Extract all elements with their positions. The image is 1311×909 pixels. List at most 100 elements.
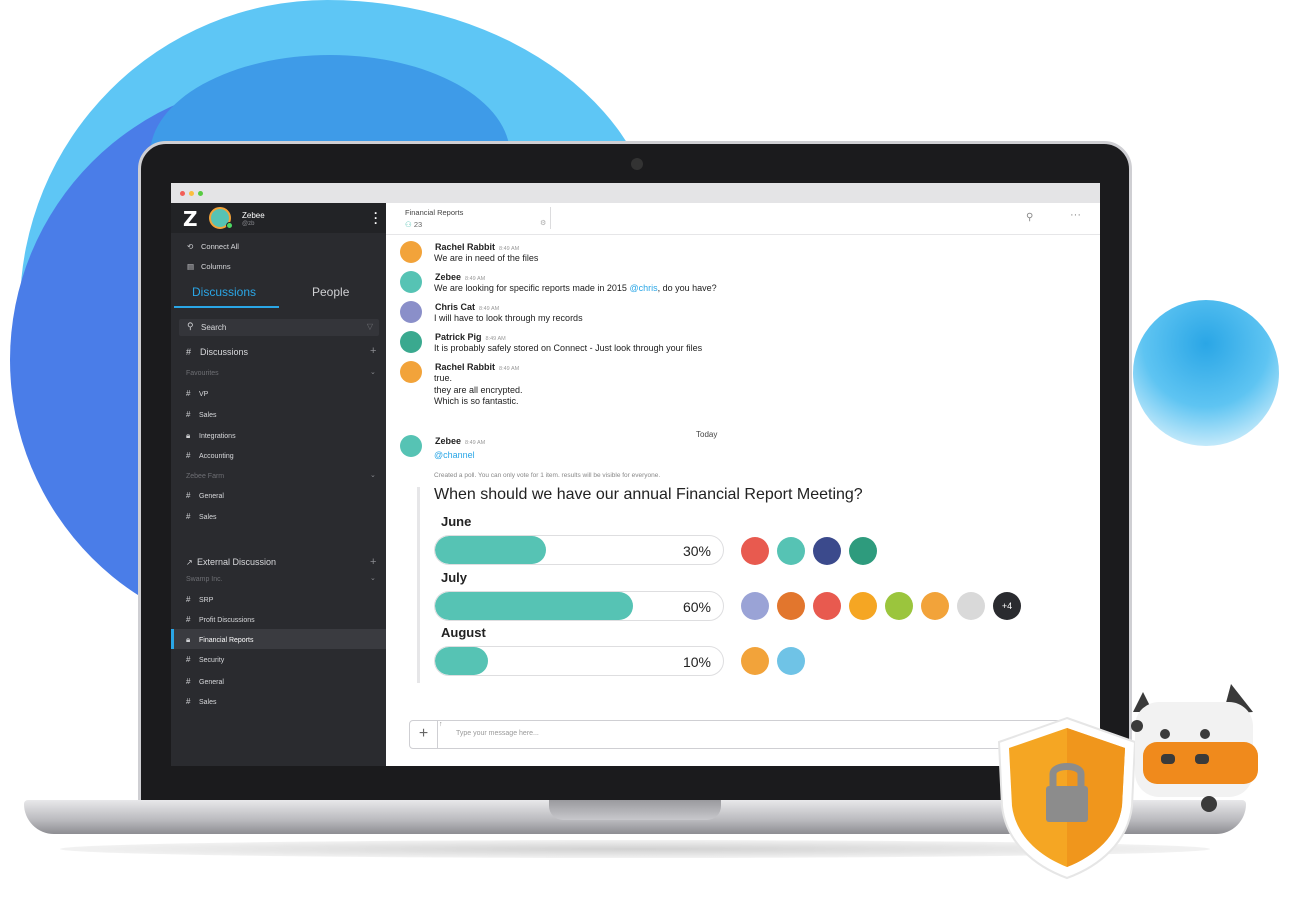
chevron-down-icon[interactable]: ⌄ bbox=[370, 574, 376, 582]
poll-option-august[interactable]: 10% bbox=[434, 646, 724, 676]
avatar[interactable] bbox=[400, 331, 422, 353]
hash-icon: # bbox=[186, 347, 192, 357]
message-author[interactable]: Patrick Pig 8:49 AM bbox=[435, 332, 506, 342]
author-name: Rachel Rabbit bbox=[435, 242, 496, 252]
channel-label: Security bbox=[199, 657, 225, 664]
lock-icon: 🔒︎ bbox=[186, 431, 191, 440]
poll-option-july[interactable]: 60% bbox=[434, 591, 724, 621]
poll-note: Created a poll. You can only vote for 1 … bbox=[434, 472, 661, 479]
tab-discussions[interactable]: Discussions bbox=[192, 285, 256, 299]
message-text: true. bbox=[434, 373, 453, 383]
channel-label: Financial Reports bbox=[199, 637, 254, 644]
external-section-title[interactable]: ↗ External Discussion bbox=[186, 557, 276, 567]
sidebar-item-srp[interactable]: # SRP bbox=[186, 595, 213, 604]
sidebar-item-profit-discussions[interactable]: # Profit Discussions bbox=[186, 615, 255, 624]
author-name: Zebee bbox=[435, 436, 462, 446]
mention-link[interactable]: @chris bbox=[629, 283, 657, 293]
sidebar-item-vp[interactable]: # VP bbox=[186, 389, 208, 398]
sidebar-item-integrations[interactable]: 🔒︎ Integrations bbox=[186, 431, 236, 441]
app-window: Z Zebee @zb · · · ⟲ Connect All ▤ Columns Di… bbox=[171, 183, 1100, 766]
sidebar-header: Z Zebee @zb · · · bbox=[171, 203, 386, 233]
avatar[interactable] bbox=[885, 592, 913, 620]
avatar[interactable] bbox=[777, 537, 805, 565]
poll-bar-fill bbox=[435, 536, 546, 564]
add-discussion-button[interactable]: + bbox=[370, 345, 376, 357]
member-count-value: 23 bbox=[413, 220, 423, 229]
add-attachment-button[interactable]: + bbox=[410, 721, 438, 748]
mention-link[interactable]: @channel bbox=[434, 450, 475, 462]
external-link-icon: ↗ bbox=[186, 558, 193, 567]
avatar[interactable] bbox=[741, 537, 769, 565]
avatar[interactable] bbox=[400, 435, 422, 457]
search-icon[interactable]: ⚲ bbox=[1026, 212, 1033, 223]
connect-all-link[interactable]: ⟲ Connect All bbox=[187, 242, 239, 251]
avatar[interactable] bbox=[777, 647, 805, 675]
member-count[interactable]: ⚇ 23 bbox=[405, 220, 422, 229]
sidebar-item-general[interactable]: # General bbox=[186, 491, 224, 500]
avatar[interactable] bbox=[849, 592, 877, 620]
avatar[interactable] bbox=[777, 592, 805, 620]
columns-label: Columns bbox=[201, 262, 231, 271]
more-horizontal-icon[interactable]: ··· bbox=[1070, 209, 1081, 221]
tab-people[interactable]: People bbox=[312, 285, 349, 299]
avatar[interactable] bbox=[921, 592, 949, 620]
discussions-section-title[interactable]: # Discussions bbox=[186, 347, 248, 357]
close-window-icon[interactable] bbox=[180, 191, 185, 196]
gear-icon[interactable]: ⚙ bbox=[540, 219, 546, 227]
avatar[interactable] bbox=[957, 592, 985, 620]
maximize-window-icon[interactable] bbox=[198, 191, 203, 196]
group-swamp-inc: Swamp Inc. bbox=[186, 576, 223, 583]
user-name: Zebee bbox=[242, 211, 265, 220]
search-input[interactable]: ⚲ Search ▽ bbox=[179, 319, 379, 336]
sidebar-item-sales[interactable]: # Sales bbox=[186, 697, 217, 706]
message-author[interactable]: Chris Cat 8:49 AM bbox=[435, 302, 499, 312]
message-text-part: We are looking for specific reports made… bbox=[434, 283, 630, 293]
upload-icon[interactable]: ↑ bbox=[439, 721, 443, 728]
chevron-down-icon[interactable]: ⌄ bbox=[370, 471, 376, 479]
filter-icon[interactable]: ▽ bbox=[367, 322, 373, 331]
hash-icon: # bbox=[186, 697, 191, 706]
avatar[interactable] bbox=[400, 361, 422, 383]
avatar[interactable] bbox=[400, 271, 422, 293]
more-vertical-icon[interactable]: · · · bbox=[374, 207, 378, 229]
sidebar-item-security[interactable]: # Security bbox=[186, 655, 224, 664]
add-external-button[interactable]: + bbox=[370, 556, 376, 568]
avatar[interactable] bbox=[741, 592, 769, 620]
sidebar-item-sales[interactable]: # Sales bbox=[186, 410, 217, 419]
channel-label: Sales bbox=[199, 412, 217, 419]
sidebar-item-general[interactable]: # General bbox=[186, 677, 224, 686]
message-time: 8:49 AM bbox=[465, 440, 486, 446]
channel-label: General bbox=[199, 493, 224, 500]
avatar[interactable] bbox=[849, 537, 877, 565]
more-voters-badge[interactable]: +4 bbox=[993, 592, 1021, 620]
avatar[interactable] bbox=[400, 241, 422, 263]
columns-link[interactable]: ▤ Columns bbox=[187, 262, 231, 271]
message-author[interactable]: Zebee 8:49 AM bbox=[435, 436, 485, 446]
message-author[interactable]: Zebee 8:49 AM bbox=[435, 272, 485, 282]
author-name: Chris Cat bbox=[435, 302, 476, 312]
message-text: We are looking for specific reports made… bbox=[434, 283, 717, 295]
avatar[interactable] bbox=[813, 592, 841, 620]
message-author[interactable]: Rachel Rabbit 8:49 AM bbox=[435, 242, 519, 252]
avatar[interactable] bbox=[741, 647, 769, 675]
avatar[interactable] bbox=[813, 537, 841, 565]
minimize-window-icon[interactable] bbox=[189, 191, 194, 196]
poll-option-june[interactable]: 30% bbox=[434, 535, 724, 565]
chevron-down-icon[interactable]: ⌄ bbox=[370, 368, 376, 376]
message-time: 8:49 AM bbox=[499, 246, 520, 252]
message-author[interactable]: Rachel Rabbit 8:49 AM bbox=[435, 362, 519, 372]
external-label: External Discussion bbox=[197, 557, 277, 567]
sidebar-item-accounting[interactable]: # Accounting bbox=[186, 451, 234, 460]
sidebar-item-financial-reports[interactable]: 🔒︎ Financial Reports bbox=[186, 635, 253, 645]
user-handle: @zb bbox=[242, 221, 255, 227]
message-time: 8:49 AM bbox=[465, 276, 486, 282]
channel-label: Profit Discussions bbox=[199, 617, 255, 624]
avatar[interactable] bbox=[400, 301, 422, 323]
message-input[interactable]: Type your message here... bbox=[456, 730, 539, 737]
channel-label: General bbox=[199, 679, 224, 686]
poll-bar-fill bbox=[435, 647, 488, 675]
hash-icon: # bbox=[186, 451, 191, 460]
header-divider bbox=[550, 207, 551, 229]
app-logo: Z bbox=[183, 207, 198, 231]
sidebar-item-sales[interactable]: # Sales bbox=[186, 512, 217, 521]
